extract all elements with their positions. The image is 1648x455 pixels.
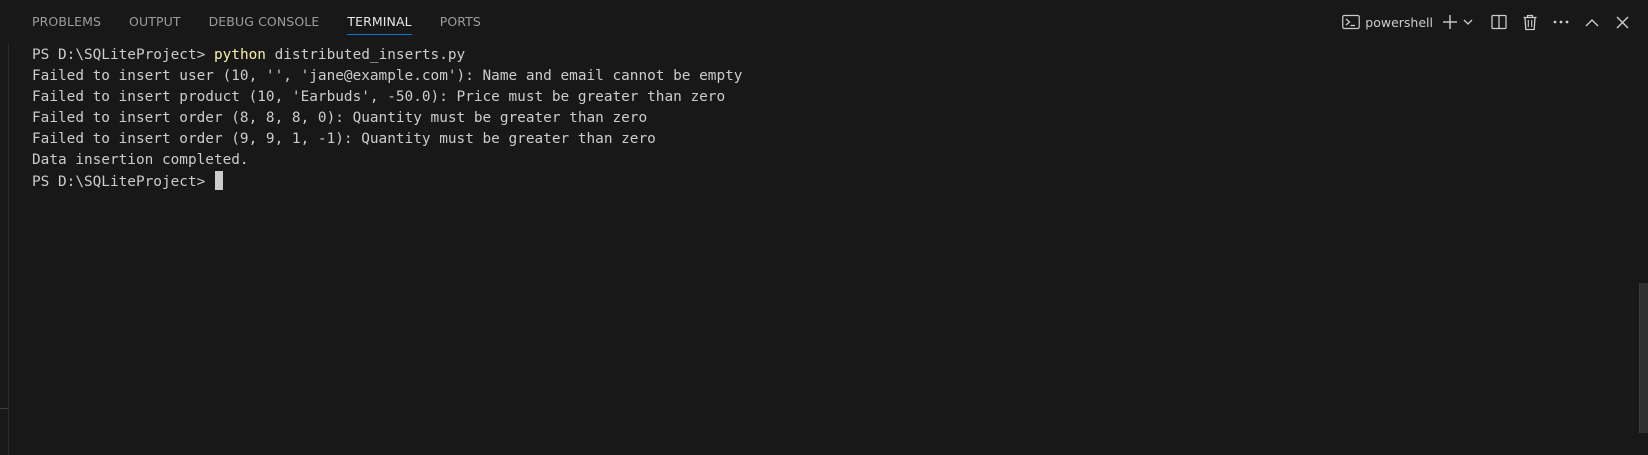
terminal-prompt: PS D:\SQLiteProject>: [32, 47, 206, 63]
panel-header: PROBLEMS OUTPUT DEBUG CONSOLE TERMINAL P…: [8, 0, 1648, 44]
tab-terminal[interactable]: TERMINAL: [333, 0, 425, 44]
terminal-output-line: Failed to insert order (8, 8, 8, 0): Qua…: [32, 110, 648, 126]
terminal-output-line: Failed to insert product (10, 'Earbuds',…: [32, 89, 726, 105]
terminal-output-line: Failed to insert user (10, '', 'jane@exa…: [32, 68, 743, 84]
tab-ports[interactable]: PORTS: [426, 0, 495, 44]
launch-profile-button[interactable]: [1461, 10, 1475, 34]
chevron-up-icon: [1585, 18, 1599, 27]
terminal-command-line: PS D:\SQLiteProject> python distributed_…: [32, 45, 1624, 66]
more-icon: [1553, 20, 1569, 24]
terminal-output-line: Data insertion completed.: [32, 152, 249, 168]
tab-output[interactable]: OUTPUT: [115, 0, 195, 44]
close-panel-button[interactable]: [1607, 10, 1638, 34]
trash-icon: [1522, 14, 1538, 31]
tab-debug-console[interactable]: DEBUG CONSOLE: [195, 0, 334, 44]
terminal-profile-button[interactable]: powershell: [1338, 10, 1439, 34]
edge-divider: [0, 408, 8, 409]
terminal-prompt: PS D:\SQLiteProject>: [32, 174, 206, 190]
terminal-output-line: Failed to insert order (9, 9, 1, -1): Qu…: [32, 131, 656, 147]
terminal-output[interactable]: PS D:\SQLiteProject> python distributed_…: [32, 45, 1624, 192]
command-keyword: python: [213, 47, 266, 63]
terminal-profile-label: powershell: [1365, 14, 1433, 30]
terminal-prompt-line: PS D:\SQLiteProject>: [32, 171, 1624, 192]
command-argument: distributed_inserts.py: [274, 47, 466, 63]
chevron-down-icon: [1463, 18, 1473, 26]
terminal-scrollbar[interactable]: [1639, 283, 1648, 433]
new-terminal-button[interactable]: [1439, 10, 1461, 34]
split-icon: [1490, 14, 1507, 30]
split-terminal-button[interactable]: [1483, 10, 1514, 34]
kill-terminal-button[interactable]: [1514, 10, 1545, 34]
left-edge-strip: [0, 0, 9, 455]
maximize-panel-button[interactable]: [1576, 10, 1607, 34]
panel-tabs: PROBLEMS OUTPUT DEBUG CONSOLE TERMINAL P…: [8, 0, 495, 44]
more-actions-button[interactable]: [1545, 10, 1576, 34]
terminal-icon: [1342, 14, 1361, 30]
tab-problems[interactable]: PROBLEMS: [8, 0, 115, 44]
close-icon: [1616, 16, 1629, 29]
terminal-cursor: [214, 171, 223, 190]
panel-actions: powershell: [1338, 0, 1638, 44]
add-icon: [1442, 14, 1458, 30]
